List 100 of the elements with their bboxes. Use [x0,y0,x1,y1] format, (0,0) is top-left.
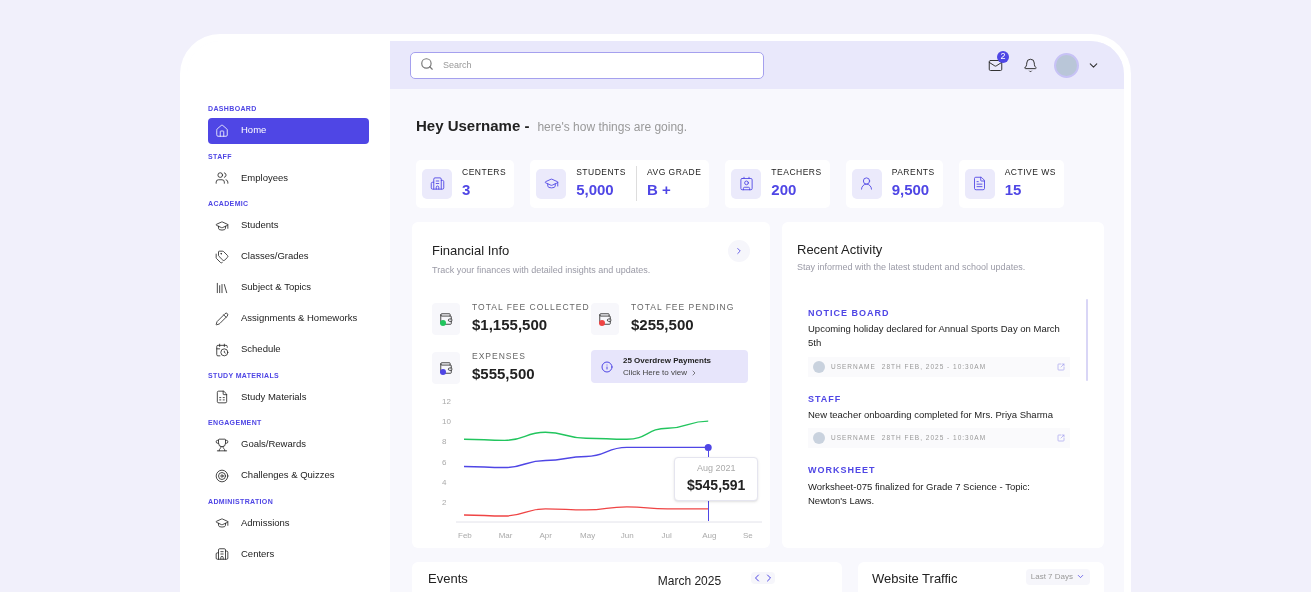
activity-category: NOTICE BOARD [808,306,891,320]
activity-text: Upcoming holiday declared for Annual Sports Day on March 5th [808,322,1061,351]
tags-icon [215,249,229,264]
activity-category: WORKSHEET [808,464,877,478]
stat-value: 3 [462,179,472,200]
metric-label: TOTAL FEE PENDING [631,301,735,314]
info-icon [601,360,613,373]
x-tick-label: Mar [498,530,513,540]
external-link-icon[interactable] [1057,434,1065,443]
search-field[interactable]: Search [410,51,764,79]
activity-text: Worksheet-075 finalized for Grade 7 Science - Topic: Newton's Laws. [808,479,1031,508]
home-icon [215,123,229,138]
metric-value: $255,500 [631,314,695,335]
avatar [813,360,825,373]
x-tick-label: Jul [661,530,672,540]
line-series [463,419,709,441]
id-card-icon [738,176,754,191]
chart-tooltip: Aug 2021 $545,591 [674,456,759,501]
books-icon [215,280,229,295]
next-button[interactable] [728,239,750,262]
target-icon [215,468,229,483]
notification-badge: 2 [997,50,1009,63]
users-icon [215,171,229,185]
stat-label: AVG GRADE [646,165,702,179]
greeting-title: Hey Username - [416,116,530,136]
avatar[interactable] [1054,52,1079,78]
month-label: March 2025 [657,572,722,590]
metric-label: TOTAL FEE COLLECTED [472,301,590,314]
metric-value: $555,500 [472,364,535,384]
chevron-right-icon [734,245,744,256]
nav-item[interactable]: Subject & Topics [208,274,369,301]
y-tick-label: 2 [442,497,447,507]
caret-icon [1076,572,1085,581]
alert-link[interactable]: Click Here to view [623,366,687,379]
overdue-alert[interactable]: 25 Overdrew Payments Click Here to view [591,350,748,384]
search-icon [420,57,434,72]
avatar [813,432,825,445]
nav-item[interactable]: Home [208,117,369,144]
x-tick-label: Se [742,530,754,540]
stat-value: 5,000 [576,179,615,200]
stat-label: CENTERS [462,165,507,179]
nav-item[interactable]: Goals/Rewards [208,431,369,458]
document-icon [972,176,988,191]
chevron-right-icon [690,368,698,377]
y-tick-label: 8 [442,436,447,446]
wallet-icon [598,311,612,326]
card-title: Recent Activity [797,240,884,259]
activity-text: New teacher onboarding completed for Mrs. Priya Sharma [808,408,1054,422]
pencil-icon [215,311,229,326]
line-series [463,505,709,517]
nav-item[interactable]: Study Materials [208,384,369,410]
document-icon [215,390,229,404]
stat-label: STUDENTS [576,165,626,179]
x-tick-label: Apr [539,530,553,540]
alert-title: 25 Overdrew Payments [623,354,712,367]
external-link-icon[interactable] [1057,362,1065,371]
calendar-icon [215,342,229,357]
stat-label: TEACHERS [771,165,822,179]
card-title: Events [428,569,468,588]
y-tick-label: 12 [442,396,452,406]
wallet-icon [439,360,453,375]
graduation-cap-icon [215,516,229,530]
stat-label: PARENTS [891,165,935,179]
bell-icon[interactable] [1023,57,1038,73]
card-subtitle: Track your finances with detailed insights and updates. [432,263,652,277]
trophy-icon [215,437,229,452]
building-icon [215,547,229,561]
stat-value: 200 [771,179,798,200]
stat-value: 9,500 [891,179,931,200]
y-tick-label: 4 [442,477,447,487]
nav-item[interactable]: Admissions [208,510,369,536]
nav-item[interactable]: Students [208,212,369,239]
stat-label: ACTIVE WS [1004,165,1056,179]
nav-item[interactable]: Assignments & Homeworks [208,305,369,332]
wallet-icon [439,311,453,326]
graduation-cap-icon [543,176,559,191]
metric-label: EXPENSES [472,350,527,363]
card-title: Website Traffic [872,569,958,588]
nav-item[interactable]: Classes/Grades [208,243,369,270]
x-tick-label: Feb [458,530,473,540]
activity-category: STAFF [808,392,843,406]
metric-value: $1,155,500 [472,314,549,335]
mail-icon[interactable] [988,57,1003,73]
x-tick-label: Aug [702,530,717,540]
nav-item[interactable]: Challenges & Quizzes [208,462,369,489]
graduation-cap-icon [215,218,229,233]
user-icon [859,176,875,191]
nav-item[interactable]: Centers [208,541,369,567]
nav-item[interactable]: Schedule [208,336,369,363]
nav-item[interactable]: Employees [208,165,369,191]
card-title: Financial Info [432,241,510,260]
building-icon [429,176,445,191]
y-tick-label: 6 [442,457,447,466]
y-tick-label: 10 [442,416,452,426]
x-tick-label: Jun [620,530,634,540]
greeting-subtitle: here's how things are going. [537,119,688,136]
card-subtitle: Stay informed with the latest student and school updates. [797,261,1027,274]
stat-value: 15 [1004,179,1023,200]
x-tick-label: May [580,530,596,540]
stat-value: B + [646,179,672,200]
